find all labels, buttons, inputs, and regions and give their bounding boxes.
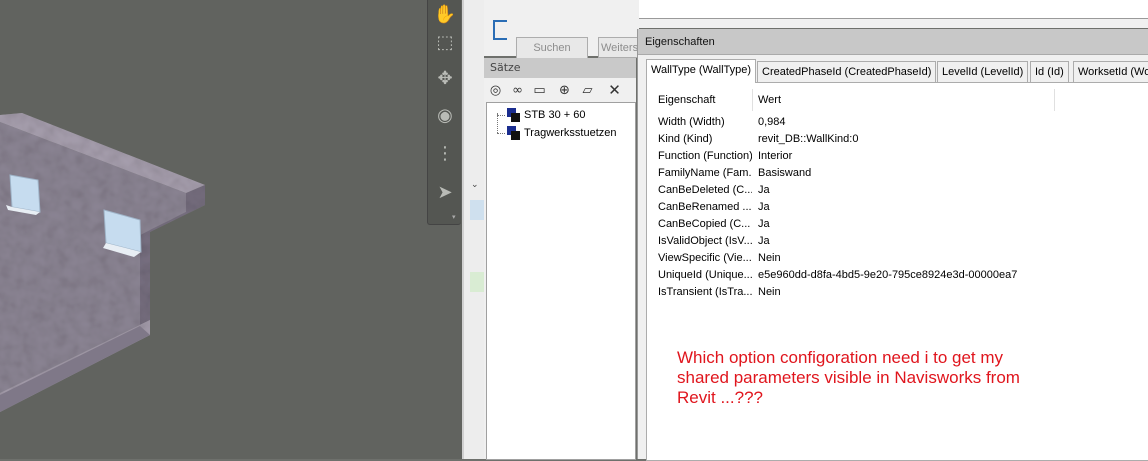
tab-levelid[interactable]: LevelId (LevelId) <box>937 61 1029 82</box>
column-header-value[interactable]: Wert <box>758 89 781 111</box>
search-set-icon <box>505 107 521 123</box>
walk-icon[interactable]: ⋮ <box>433 141 457 165</box>
table-row[interactable]: FamilyName (Fam... Basiswand <box>651 165 1148 182</box>
properties-title: Eigenschaften <box>638 29 1148 55</box>
property-name: Function (Function) <box>658 150 752 162</box>
property-name: Width (Width) <box>658 116 725 128</box>
tree-item-set[interactable]: Tragwerksstuetzen <box>505 124 617 142</box>
next-button[interactable]: Weiters <box>598 37 639 58</box>
property-name: FamilyName (Fam... <box>658 167 752 179</box>
chevron-down-icon[interactable]: ⌄ <box>471 180 479 190</box>
table-row[interactable]: IsValidObject (IsV... Ja <box>651 233 1148 250</box>
property-value: e5e960dd-d8fa-4bd5-9e20-795ce8924e3d-000… <box>758 269 1018 281</box>
property-value: Interior <box>758 150 793 162</box>
delete-icon[interactable]: ✕ <box>606 82 623 99</box>
sets-tree[interactable]: STB 30 + 60 Tragwerksstuetzen <box>486 102 636 460</box>
table-row[interactable]: IsTransient (IsTra... Nein <box>651 284 1148 301</box>
comment-icon[interactable]: ▱ <box>579 82 596 99</box>
property-name: CanBeCopied (C... <box>658 218 751 230</box>
sets-panel-title: Sätze <box>484 58 636 78</box>
selection-marker <box>470 200 484 220</box>
property-value: Ja <box>758 218 770 230</box>
folder-icon[interactable]: ▭ <box>531 82 548 99</box>
tab-createdphaseid[interactable]: CreatedPhaseId (CreatedPhaseId) <box>757 61 937 82</box>
property-name: IsTransient (IsTra... <box>658 286 752 298</box>
property-value: Nein <box>758 252 781 264</box>
wall-model <box>0 113 205 412</box>
search-set-icon <box>505 125 521 141</box>
column-separator[interactable] <box>752 89 753 111</box>
property-value: Ja <box>758 184 770 196</box>
table-row[interactable]: ViewSpecific (Vie... Nein <box>651 250 1148 267</box>
tree-item-label: Tragwerksstuetzen <box>524 127 617 139</box>
table-row[interactable]: CanBeRenamed ... Ja <box>651 199 1148 216</box>
table-row[interactable]: Kind (Kind) revit_DB::WallKind:0 <box>651 131 1148 148</box>
look-around-icon[interactable]: ◉ <box>433 103 457 127</box>
3d-viewport[interactable] <box>0 0 462 459</box>
tree-connector <box>497 133 505 134</box>
sets-panel: Sätze ◎ ∞ ▭ ⊕ ▱ ✕ STB 30 + 60 Tragwerkss… <box>484 58 636 460</box>
property-name: ViewSpecific (Vie... <box>658 252 752 264</box>
selection-marker <box>470 272 484 292</box>
chevron-down-icon[interactable]: ▾ <box>452 213 456 221</box>
panel-splitter[interactable]: ⌄ <box>462 0 484 459</box>
property-name: UniqueId (Unique... <box>658 269 752 281</box>
tree-connector <box>497 115 505 116</box>
table-row[interactable]: UniqueId (Unique... e5e960dd-d8fa-4bd5-9e… <box>651 267 1148 284</box>
tree-connector <box>497 113 498 133</box>
search-panel: Suchen Weiters <box>484 0 639 60</box>
zoom-window-icon[interactable]: ⬚ <box>433 30 457 54</box>
search-button[interactable]: Suchen <box>516 37 588 60</box>
property-name: CanBeDeleted (C... <box>658 184 752 196</box>
annotation-line: Which option configoration need i to get… <box>677 348 1004 367</box>
tab-id[interactable]: Id (Id) <box>1030 61 1069 82</box>
checkbox[interactable] <box>493 20 507 40</box>
splitter-line <box>462 0 464 459</box>
property-value: Ja <box>758 201 770 213</box>
table-row[interactable]: Width (Width) 0,984 <box>651 114 1148 131</box>
table-row[interactable]: CanBeCopied (C... Ja <box>651 216 1148 233</box>
property-name: IsValidObject (IsV... <box>658 235 752 247</box>
tree-item-set[interactable]: STB 30 + 60 <box>505 106 585 124</box>
table-row[interactable]: CanBeDeleted (C... Ja <box>651 182 1148 199</box>
orbit-icon[interactable]: ✥ <box>433 66 457 90</box>
annotation-text: Which option configoration need i to get… <box>677 348 1097 408</box>
pan-hand-icon[interactable]: ✋ <box>433 2 457 26</box>
save-search-icon[interactable]: ◎ <box>487 82 504 99</box>
property-name: Kind (Kind) <box>658 133 713 145</box>
property-value: revit_DB::WallKind:0 <box>758 133 859 145</box>
select-icon[interactable]: ➤ <box>433 180 457 204</box>
property-value: Basiswand <box>758 167 812 179</box>
tab-walltype[interactable]: WallType (WallType) <box>646 59 757 83</box>
property-value: 0,984 <box>758 116 786 128</box>
tree-item-label: STB 30 + 60 <box>524 109 586 121</box>
annotation-line: Revit ...??? <box>677 388 763 407</box>
property-value: Ja <box>758 235 770 247</box>
properties-tabs: WallType (WallType) CreatedPhaseId (Crea… <box>646 59 1148 83</box>
tab-worksetid[interactable]: WorksetId (Wo <box>1073 61 1148 82</box>
property-value: Nein <box>758 286 781 298</box>
annotation-line: shared parameters visible in Navisworks … <box>677 368 1020 387</box>
column-header-property[interactable]: Eigenschaft <box>658 89 715 111</box>
binoculars-icon[interactable]: ∞ <box>509 82 526 99</box>
property-name: CanBeRenamed ... <box>658 201 752 213</box>
sets-toolbar: ◎ ∞ ▭ ⊕ ▱ ✕ <box>484 79 636 101</box>
table-row[interactable]: Function (Function) Interior <box>651 148 1148 165</box>
navigation-bar: ✋ ⬚ ✥ ◉ ⋮ ➤ ▾ <box>427 0 461 225</box>
column-separator[interactable] <box>1054 89 1055 111</box>
add-set-icon[interactable]: ⊕ <box>556 82 573 99</box>
